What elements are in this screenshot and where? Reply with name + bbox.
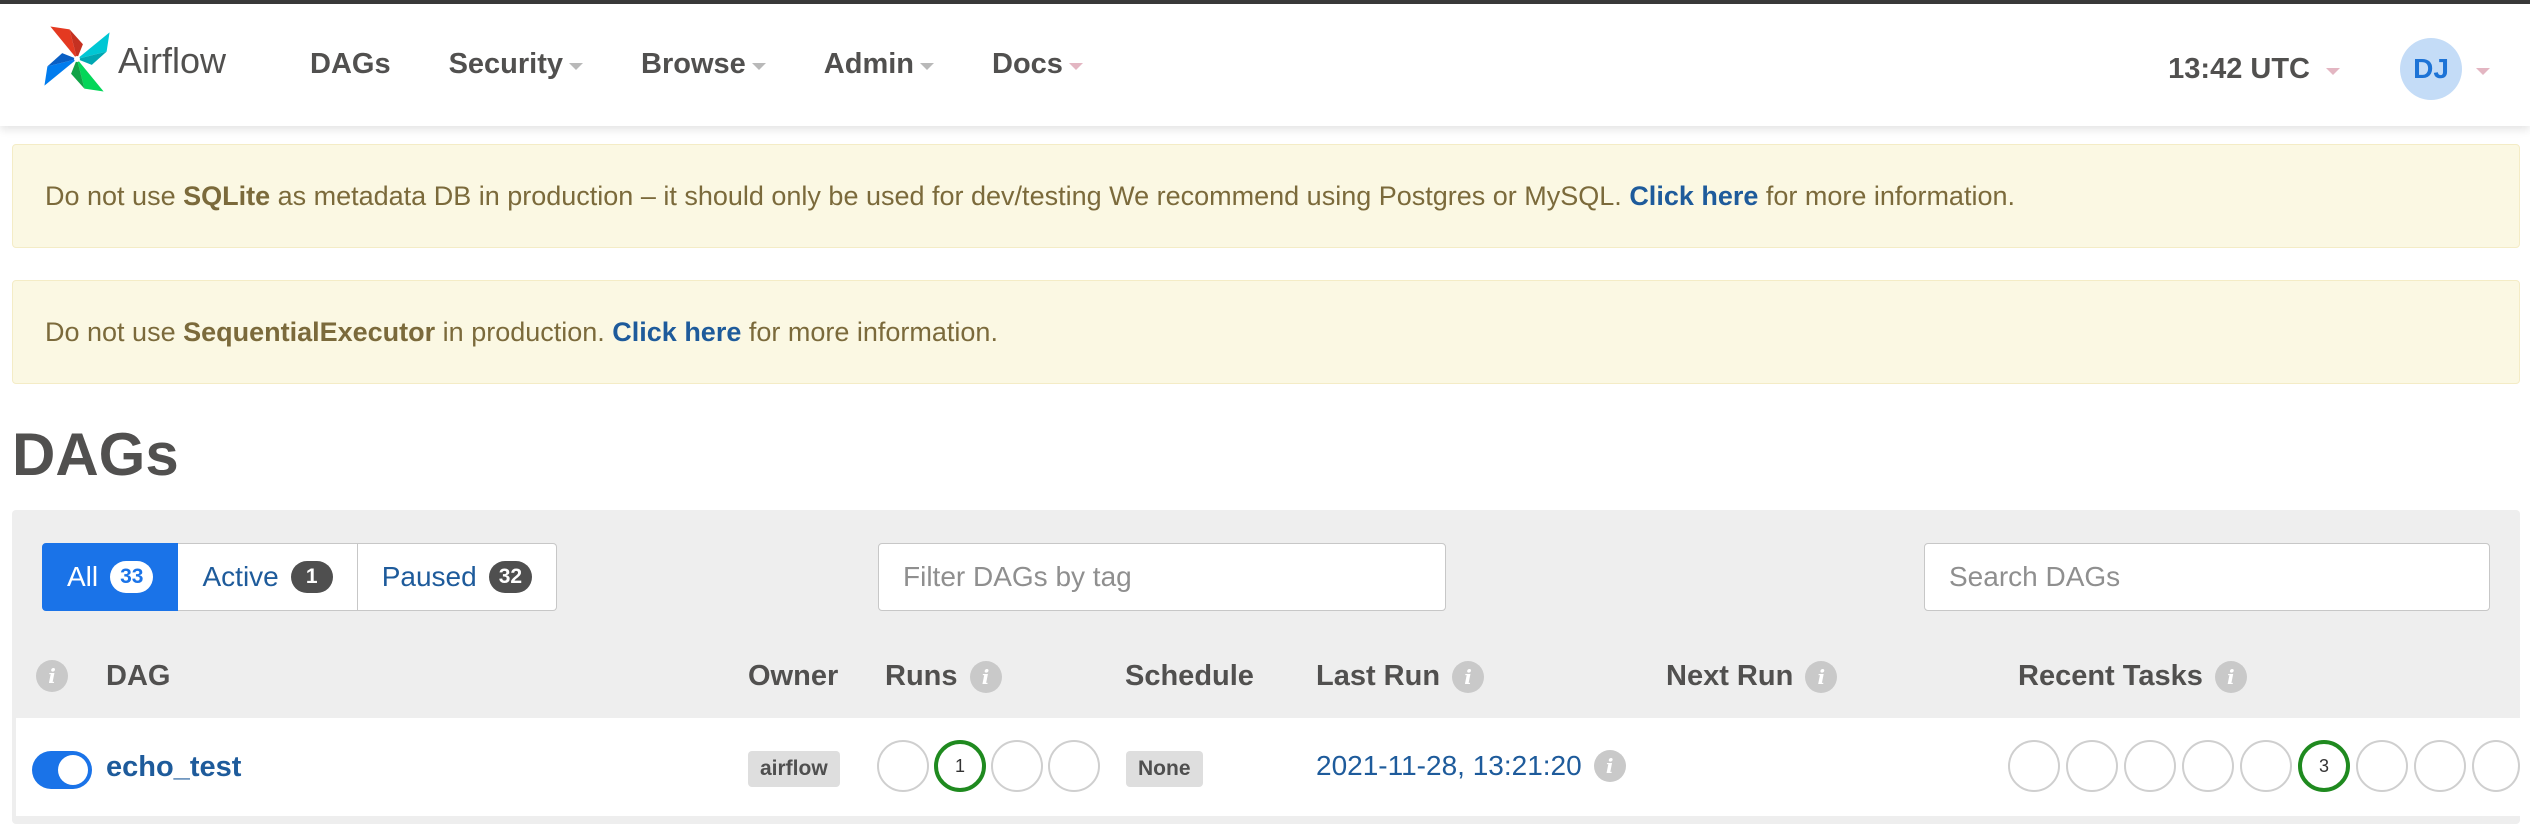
nav-security-menu[interactable]: Security: [448, 48, 584, 81]
dag-pause-toggle[interactable]: [32, 751, 92, 789]
caret-down-icon: [751, 63, 766, 70]
tab-paused[interactable]: Paused 32: [357, 543, 558, 611]
nav-admin-label: Admin: [823, 48, 915, 80]
status-filter-tabs: All 33 Active 1 Paused 32: [42, 543, 558, 611]
alert-sqlite-warning: Do not use SQLite as metadata DB in prod…: [12, 144, 2520, 248]
main-nav: DAGs Security Browse Admin Docs: [310, 48, 1141, 81]
task-state-circle[interactable]: [2240, 740, 2292, 792]
info-icon[interactable]: i: [1452, 660, 1485, 693]
column-header-dag[interactable]: DAG: [106, 660, 170, 693]
clock-label: 13:42 UTC: [2168, 52, 2310, 85]
count-badge: 33: [110, 561, 154, 593]
tab-label: All: [67, 561, 99, 592]
header-label: Runs: [885, 660, 958, 692]
nav-dags[interactable]: DAGs: [310, 48, 391, 81]
nav-docs-menu[interactable]: Docs: [992, 48, 1083, 81]
task-state-circle[interactable]: [2182, 740, 2234, 792]
tag-filter-input[interactable]: [878, 543, 1446, 611]
tab-all[interactable]: All 33: [42, 543, 179, 611]
header-label: Recent Tasks: [2018, 660, 2203, 692]
navbar-right: 13:42 UTC DJ: [2168, 38, 2530, 100]
owner-label[interactable]: airflow: [748, 751, 840, 787]
task-state-circle[interactable]: [2008, 740, 2060, 792]
info-icon[interactable]: i: [2214, 660, 2247, 693]
page-title: DAGs: [12, 421, 179, 488]
info-icon: i: [36, 660, 68, 692]
run-state-circle[interactable]: [991, 740, 1043, 792]
task-state-circle[interactable]: [2124, 740, 2176, 792]
count-badge: 1: [290, 561, 333, 593]
tab-active[interactable]: Active 1: [178, 543, 358, 611]
run-state-circle[interactable]: [1048, 740, 1100, 792]
header-label: Next Run: [1666, 660, 1794, 692]
task-state-circle-success[interactable]: 3: [2298, 740, 2350, 792]
column-header-recent-tasks: Recent Tasks i: [2018, 660, 2247, 693]
nav-security-label: Security: [448, 48, 564, 80]
nav-admin-menu[interactable]: Admin: [823, 48, 935, 81]
count-badge: 32: [488, 561, 533, 593]
user-avatar[interactable]: DJ: [2400, 38, 2462, 100]
caret-down-icon[interactable]: [2476, 67, 2490, 75]
nav-browse-label: Browse: [641, 48, 746, 80]
alert-text: Do not use SequentialExecutor in product…: [45, 316, 998, 347]
info-icon[interactable]: i: [1805, 660, 1838, 693]
alert-more-info-link[interactable]: Click here: [1629, 181, 1758, 211]
run-state-circle[interactable]: [877, 740, 929, 792]
caret-down-icon: [2326, 67, 2340, 75]
column-header-runs: Runs i: [885, 660, 1002, 693]
last-run-link[interactable]: 2021-11-28, 13:21:20 i: [1316, 750, 1626, 782]
task-state-circle[interactable]: [2066, 740, 2118, 792]
run-state-circle-success[interactable]: 1: [934, 740, 986, 792]
brand-name: Airflow: [118, 40, 227, 81]
brand-home-link[interactable]: Airflow: [40, 22, 226, 100]
caret-down-icon: [1068, 63, 1083, 70]
dag-id-link[interactable]: echo_test: [106, 751, 241, 784]
column-header-info[interactable]: i: [36, 660, 68, 692]
alert-text: Do not use SQLite as metadata DB in prod…: [45, 180, 2015, 211]
caret-down-icon: [569, 63, 584, 70]
task-state-circle[interactable]: [2472, 740, 2520, 792]
timezone-clock-menu[interactable]: 13:42 UTC: [2168, 53, 2340, 86]
navbar: Airflow DAGs Security Browse Admin Docs …: [0, 4, 2530, 126]
task-state-circle[interactable]: [2414, 740, 2466, 792]
dag-search-input[interactable]: [1924, 543, 2490, 611]
airflow-logo-icon: [44, 26, 110, 92]
alert-executor-warning: Do not use SequentialExecutor in product…: [12, 280, 2520, 384]
last-run-value: 2021-11-28, 13:21:20: [1316, 750, 1582, 781]
schedule-label: None: [1126, 751, 1203, 787]
alert-highlight: SQLite: [183, 180, 271, 211]
nav-docs-label: Docs: [992, 48, 1063, 80]
nav-dags-label: DAGs: [310, 48, 391, 80]
column-header-owner[interactable]: Owner: [748, 660, 838, 693]
header-label: Owner: [748, 660, 839, 692]
alert-more-info-link[interactable]: Click here: [612, 317, 741, 347]
header-label: DAG: [106, 660, 171, 692]
alert-highlight: SequentialExecutor: [183, 316, 436, 347]
tab-label: Paused: [381, 561, 477, 592]
header-label: Schedule: [1125, 660, 1254, 692]
header-label: Last Run: [1316, 660, 1441, 692]
column-header-next-run: Next Run i: [1666, 660, 1838, 693]
column-header-last-run: Last Run i: [1316, 660, 1485, 693]
info-icon[interactable]: i: [1593, 750, 1626, 782]
info-icon[interactable]: i: [969, 660, 1002, 693]
caret-down-icon: [920, 63, 935, 70]
column-header-schedule[interactable]: Schedule: [1125, 660, 1254, 693]
nav-browse-menu[interactable]: Browse: [641, 48, 766, 81]
tab-label: Active: [202, 561, 279, 592]
task-state-circle[interactable]: [2356, 740, 2408, 792]
